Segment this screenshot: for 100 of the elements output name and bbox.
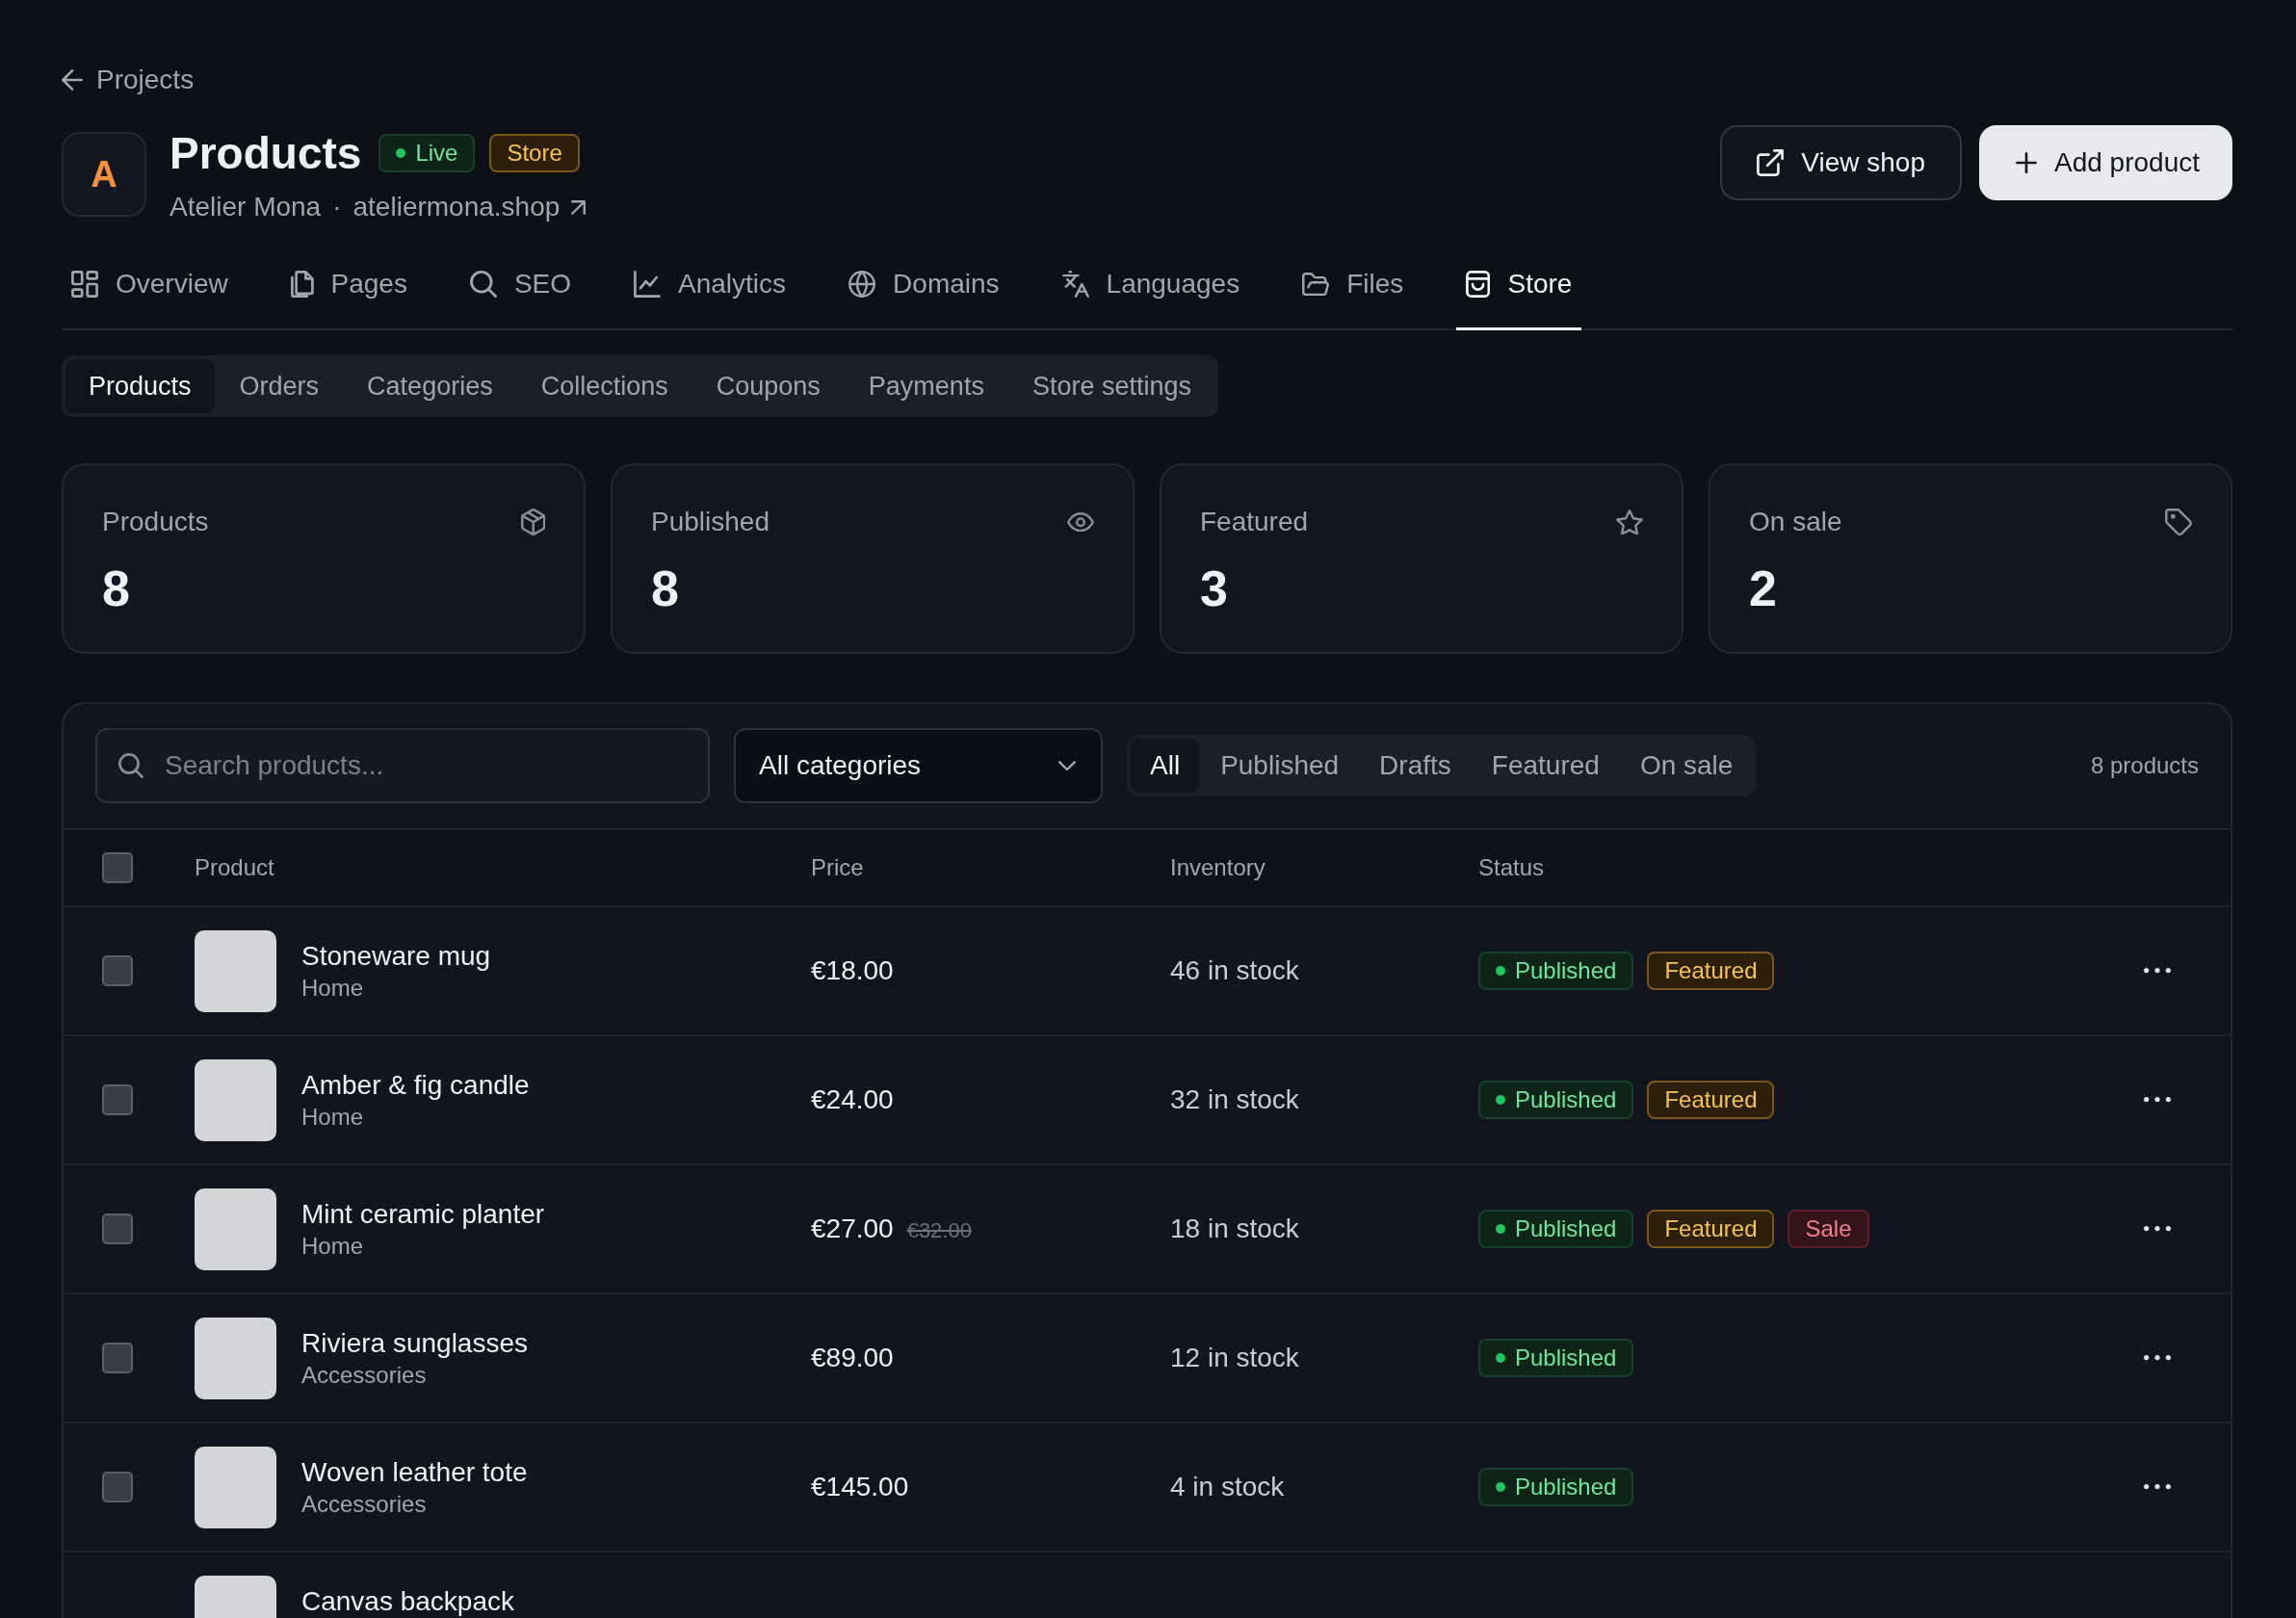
primary-button[interactable]: Add product	[1979, 125, 2232, 200]
product-name: Mint ceramic planter	[301, 1199, 545, 1230]
checkbox[interactable]	[102, 1343, 133, 1373]
checkbox[interactable]	[102, 955, 133, 986]
checkbox[interactable]	[102, 1472, 133, 1502]
status-dot-icon	[1496, 1353, 1505, 1363]
price: €18.00	[811, 955, 894, 986]
documents-icon	[290, 271, 314, 298]
stat-value: 8	[651, 560, 679, 617]
inventory: 32 in stock	[1170, 1084, 1299, 1115]
product-category: Accessories	[301, 1490, 428, 1519]
featured-badge: Featured	[1647, 1210, 1775, 1248]
arrow-left-icon	[62, 69, 83, 91]
status-badge: Published	[1478, 1081, 1634, 1119]
tab[interactable]: Overview	[62, 251, 238, 330]
status-badge: Live	[378, 134, 476, 172]
type-badge: Store	[489, 134, 580, 172]
inventory: 12 in stock	[1170, 1343, 1299, 1373]
filter-tab[interactable]: Published	[1201, 739, 1359, 793]
stat-label: Published	[651, 506, 770, 538]
search-field[interactable]: Search products...	[95, 728, 710, 803]
price: €145.00	[811, 1472, 909, 1502]
globe-icon	[848, 271, 876, 298]
eye-icon	[1067, 511, 1094, 533]
store-name: Atelier Mona	[170, 191, 322, 223]
checkbox[interactable]	[102, 852, 133, 883]
plus-icon	[2016, 152, 2037, 173]
tab[interactable]: Languages	[1052, 251, 1250, 330]
product-name: Amber & fig candle	[301, 1070, 530, 1101]
product-category: Home	[301, 1232, 365, 1261]
avatar: A	[62, 132, 146, 217]
tab[interactable]: Store	[1456, 251, 1582, 330]
product-category: Home	[301, 974, 365, 1003]
filter-tab[interactable]: Featured	[1472, 739, 1619, 793]
product-count: 8 products	[2090, 752, 2199, 779]
stat-label: On sale	[1749, 506, 1842, 538]
ellipsis-icon	[2144, 1097, 2171, 1103]
stat-label: Products	[102, 506, 209, 538]
subtab[interactable]: Payments	[845, 359, 1007, 413]
inventory: 18 in stock	[1170, 1214, 1299, 1244]
separator: ·	[332, 191, 342, 223]
product-category: Accessories	[301, 1361, 428, 1390]
tab[interactable]: Pages	[280, 251, 417, 330]
shopping-bag-icon	[1466, 271, 1491, 298]
product-name: Canvas backpack	[301, 1586, 514, 1617]
subtab[interactable]: Products	[65, 359, 215, 413]
search-icon	[118, 753, 144, 778]
subtab[interactable]: Collections	[517, 359, 691, 413]
status-dot-icon	[1496, 1095, 1505, 1105]
checkbox[interactable]	[102, 1084, 133, 1115]
column-header: Status	[1478, 854, 1545, 881]
tab[interactable]: SEO	[459, 251, 582, 330]
cube-icon	[520, 509, 545, 535]
column-header: Inventory	[1170, 854, 1265, 881]
stat-value: 8	[102, 560, 130, 617]
back-link[interactable]: Projects	[62, 64, 195, 96]
product-name: Woven leather tote	[301, 1457, 528, 1488]
filter-tab[interactable]: All	[1131, 739, 1200, 793]
secondary-button[interactable]: View shop	[1720, 125, 1962, 200]
column-header: Price	[811, 854, 864, 881]
star-icon	[1616, 509, 1643, 535]
ellipsis-icon	[2144, 968, 2171, 974]
subtab[interactable]: Coupons	[692, 359, 844, 413]
sale-badge: Sale	[1787, 1210, 1869, 1248]
subtab[interactable]: Orders	[216, 359, 343, 413]
filter-tab[interactable]: On sale	[1620, 739, 1753, 793]
ellipsis-icon	[2144, 1226, 2171, 1232]
compare-price: €32.00	[906, 1218, 972, 1243]
filter-tab[interactable]: Drafts	[1360, 739, 1471, 793]
stat-label: Featured	[1200, 506, 1309, 538]
line-chart-icon	[634, 271, 662, 298]
tag-icon	[2165, 509, 2192, 535]
category-select[interactable]: All categories	[734, 728, 1103, 803]
folder-icon	[1302, 272, 1330, 297]
price: €27.00	[811, 1214, 894, 1244]
external-link-icon	[1757, 149, 1785, 176]
arrow-up-right-icon	[571, 199, 587, 215]
tab[interactable]: Analytics	[624, 251, 796, 330]
subtab[interactable]: Categories	[344, 359, 516, 413]
page-title: Products	[170, 127, 362, 180]
inventory: 4 in stock	[1170, 1472, 1285, 1502]
inventory: 46 in stock	[1170, 955, 1299, 986]
product-category: Home	[301, 1103, 365, 1132]
status-badge: Published	[1478, 1339, 1634, 1377]
subtab[interactable]: Store settings	[1008, 359, 1214, 413]
price: €89.00	[811, 1343, 894, 1373]
tab[interactable]: Files	[1292, 251, 1414, 330]
translate-icon	[1061, 271, 1089, 298]
status-dot-icon	[1496, 966, 1505, 976]
domain-link[interactable]: ateliermona.shop	[352, 191, 587, 223]
column-header: Product	[195, 854, 274, 881]
status-badge: Published	[1478, 952, 1634, 990]
tab[interactable]: Domains	[839, 251, 1009, 330]
status-dot-icon	[396, 148, 406, 158]
status-dot-icon	[1496, 1482, 1505, 1492]
ellipsis-icon	[2144, 1484, 2171, 1490]
stat-value: 2	[1749, 560, 1777, 617]
checkbox[interactable]	[102, 1214, 133, 1244]
status-badge: Published	[1478, 1210, 1634, 1248]
stat-value: 3	[1200, 560, 1228, 617]
